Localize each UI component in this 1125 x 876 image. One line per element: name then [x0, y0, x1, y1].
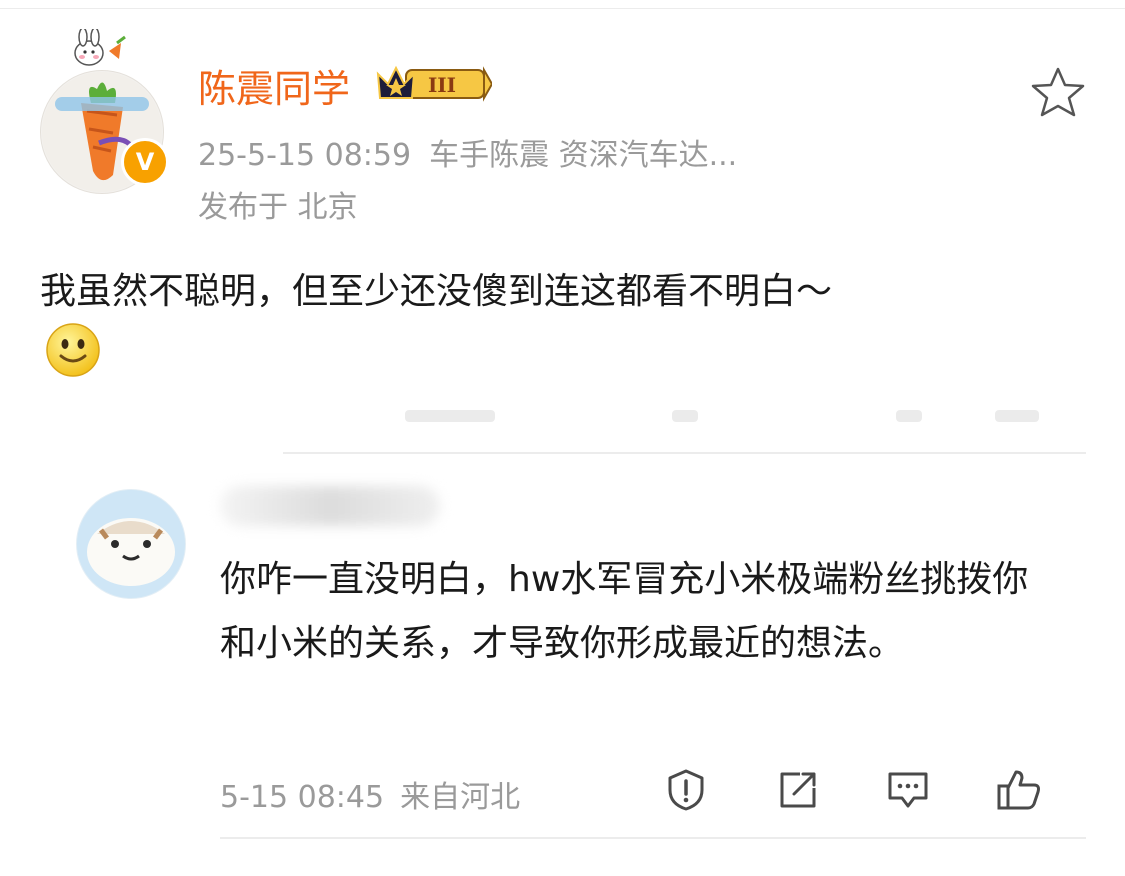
- post-meta: 25-5-15 08:59 车手陈震 资深汽车达...: [198, 130, 737, 174]
- commenter-avatar[interactable]: [76, 489, 186, 599]
- comment-meta: 5-15 08:45 来自河北: [220, 772, 520, 816]
- favorite-star-icon[interactable]: [1030, 66, 1086, 122]
- faded-toolbar-text: [405, 410, 495, 422]
- share-icon[interactable]: [776, 768, 820, 812]
- faded-toolbar-icon: [995, 410, 1039, 422]
- verified-badge: V: [121, 138, 169, 186]
- top-divider: [0, 8, 1125, 9]
- comment-text[interactable]: 你咋一直没明白，hw水军冒充小米极端粉丝挑拨你和小米的关系，才导致你形成最近的想…: [220, 548, 1040, 676]
- comment-source: 来自河北: [400, 780, 521, 815]
- report-icon[interactable]: [664, 768, 708, 812]
- post-location: 发布于 北京: [198, 190, 358, 225]
- faded-toolbar-icon: [896, 410, 922, 422]
- vip-level: III: [428, 73, 456, 97]
- smile-emoji-icon: [45, 322, 101, 382]
- faded-toolbar-icon: [672, 410, 698, 422]
- author-name[interactable]: 陈震同学: [198, 58, 350, 113]
- like-icon[interactable]: [996, 768, 1040, 812]
- post-source[interactable]: 车手陈震 资深汽车达...: [429, 138, 737, 173]
- bottom-divider: [220, 837, 1086, 839]
- comment-time: 5-15 08:45: [220, 780, 385, 815]
- commenter-name-blurred[interactable]: [220, 486, 440, 526]
- post-content[interactable]: 我虽然不聪明，但至少还没傻到连这都看不明白～: [40, 262, 832, 314]
- bunny-ears-decoration: [74, 29, 126, 66]
- vip-crown-icon[interactable]: III: [376, 64, 494, 108]
- section-divider: [283, 452, 1086, 454]
- post-timestamp: 25-5-15 08:59: [198, 138, 412, 173]
- reply-icon[interactable]: [886, 768, 930, 812]
